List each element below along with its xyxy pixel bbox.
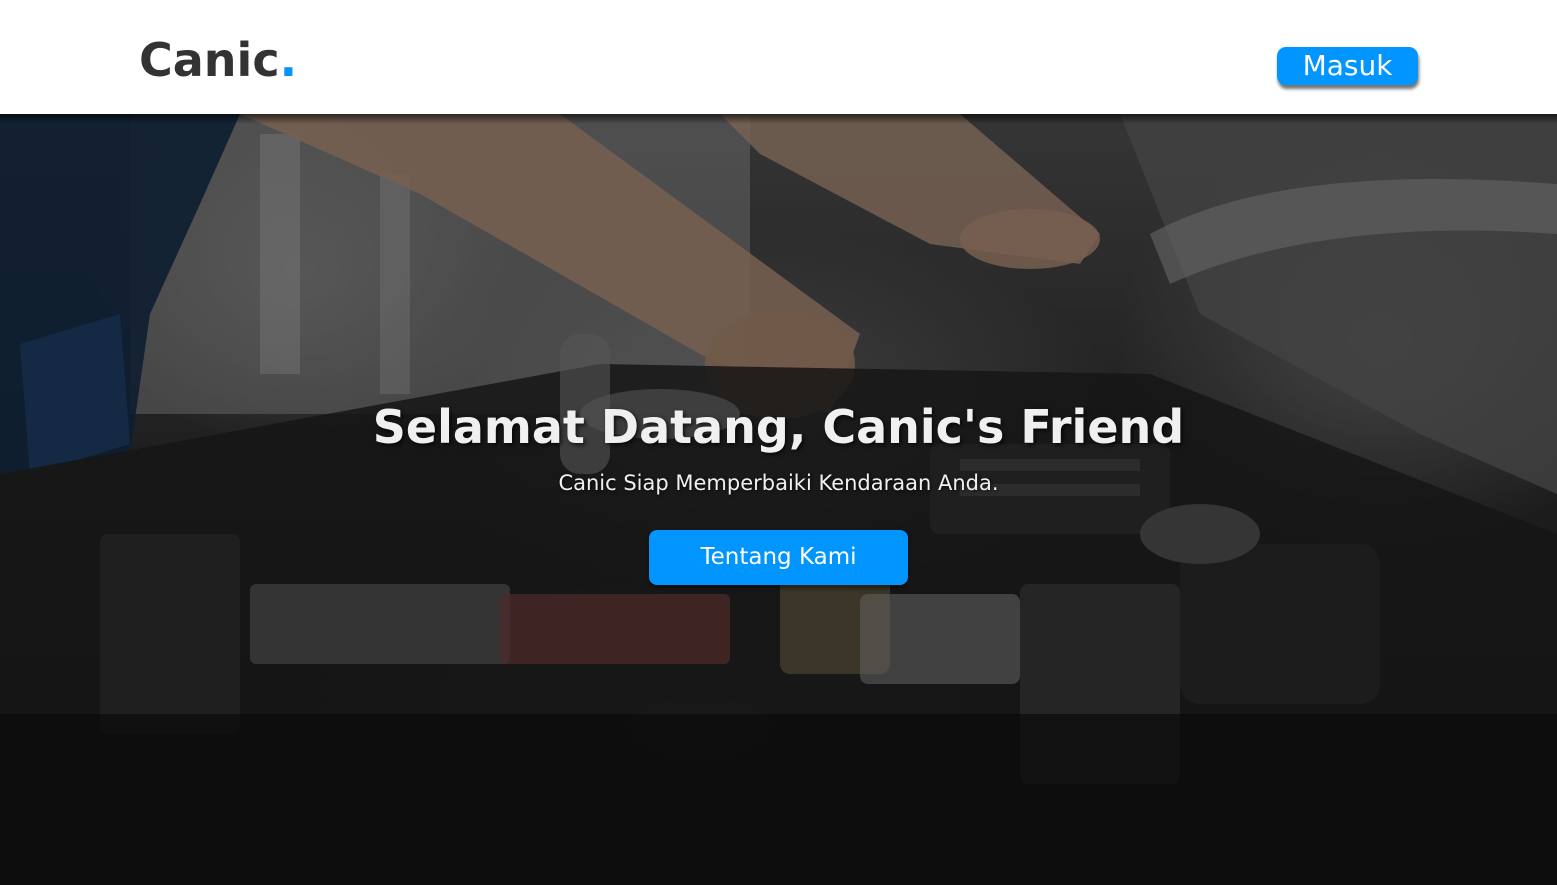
hero-section: Selamat Datang, Canic's Friend Canic Sia… — [0, 114, 1557, 885]
about-us-button[interactable]: Tentang Kami — [649, 530, 908, 585]
login-button[interactable]: Masuk — [1277, 47, 1418, 85]
logo-dot: . — [279, 33, 298, 87]
hero-dark-overlay — [0, 114, 1557, 885]
logo[interactable]: Canic. — [139, 32, 297, 88]
site-header: Canic. Masuk — [0, 0, 1557, 114]
logo-text: Canic — [139, 33, 280, 87]
hero-subtitle: Canic Siap Memperbaiki Kendaraan Anda. — [558, 471, 999, 495]
hero-title: Selamat Datang, Canic's Friend — [372, 400, 1185, 454]
header-shadow — [0, 114, 1557, 124]
